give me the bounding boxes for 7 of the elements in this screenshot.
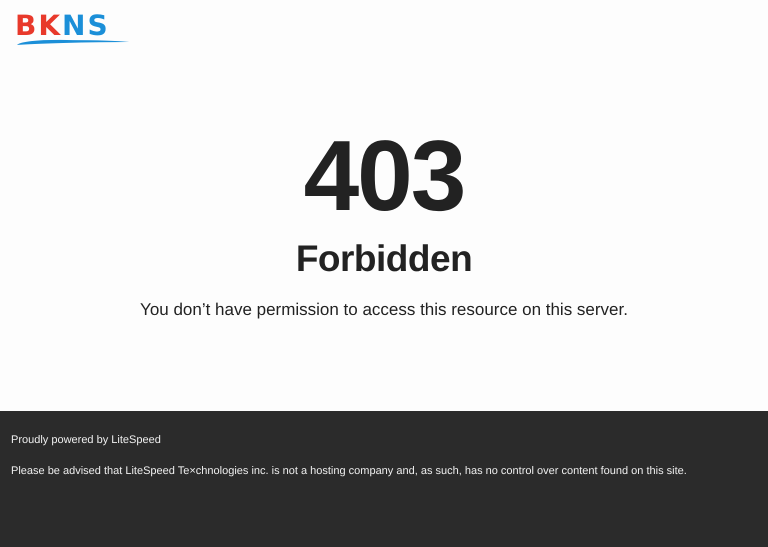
logo: BKNS <box>15 12 133 46</box>
error-message: You don’t have permission to access this resource on this server. <box>140 300 628 320</box>
powered-by-text: Proudly powered by <box>11 434 108 446</box>
litespeed-link[interactable]: LiteSpeed <box>111 434 161 446</box>
notice-text: Please be advised that LiteSpeed Te×chnologies inc. is not a hosting company and, as such, has no control over content found on this site. <box>11 465 688 477</box>
error-title: Forbidden <box>296 238 472 280</box>
error-code: 403 <box>304 126 464 226</box>
